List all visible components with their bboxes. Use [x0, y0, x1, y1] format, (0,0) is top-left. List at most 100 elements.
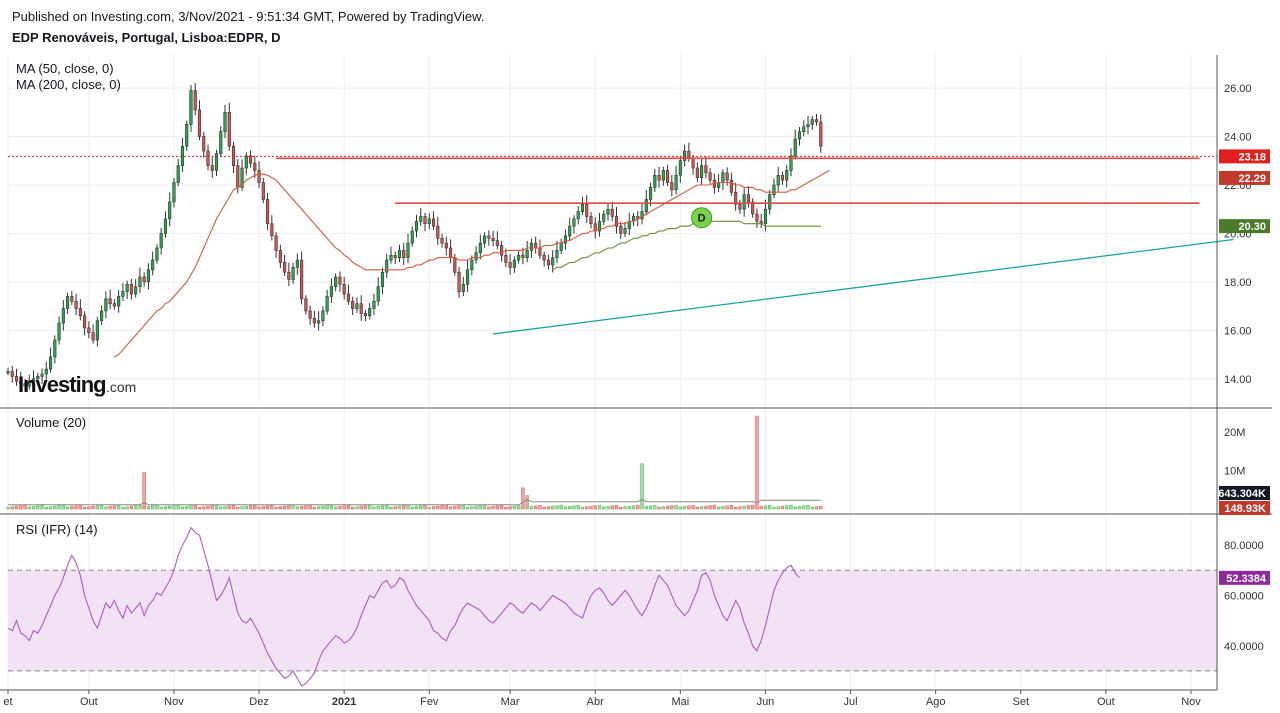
candle[interactable] — [610, 208, 614, 217]
candle[interactable] — [580, 204, 585, 212]
candle[interactable] — [419, 216, 423, 222]
candle[interactable] — [427, 218, 431, 225]
candle[interactable] — [74, 300, 78, 309]
candle[interactable] — [648, 187, 653, 200]
candle[interactable] — [623, 228, 627, 234]
candle[interactable] — [372, 300, 376, 309]
candle[interactable] — [670, 182, 674, 191]
candle[interactable] — [6, 371, 10, 374]
candle[interactable] — [100, 310, 104, 321]
candle[interactable] — [48, 356, 53, 370]
candle[interactable] — [108, 298, 112, 304]
candle[interactable] — [163, 218, 168, 234]
candle[interactable] — [508, 262, 512, 268]
candle[interactable] — [712, 179, 716, 188]
candle[interactable] — [691, 158, 695, 169]
candle[interactable] — [317, 320, 321, 324]
candle[interactable] — [640, 211, 644, 220]
candle[interactable] — [563, 235, 568, 244]
candle[interactable] — [129, 283, 133, 295]
candle[interactable] — [802, 126, 806, 132]
candle[interactable] — [665, 170, 670, 183]
candle[interactable] — [431, 218, 436, 227]
candle[interactable] — [461, 283, 465, 292]
candle[interactable] — [444, 242, 448, 249]
candle[interactable] — [172, 182, 176, 203]
candle[interactable] — [674, 174, 678, 191]
candle[interactable] — [385, 259, 389, 273]
candle[interactable] — [742, 194, 746, 210]
candle[interactable] — [478, 242, 482, 254]
candle[interactable] — [470, 259, 474, 271]
candle[interactable] — [121, 291, 125, 297]
candle[interactable] — [410, 230, 414, 244]
candle[interactable] — [423, 216, 427, 225]
candle[interactable] — [355, 303, 359, 309]
candle[interactable] — [295, 259, 299, 268]
candle[interactable] — [104, 298, 108, 312]
candle[interactable] — [436, 225, 440, 239]
candle[interactable] — [359, 303, 363, 314]
candle[interactable] — [363, 313, 368, 317]
candle[interactable] — [300, 259, 304, 300]
candle[interactable] — [146, 269, 151, 283]
candle[interactable] — [806, 124, 810, 128]
candle[interactable] — [810, 119, 814, 125]
candle[interactable] — [393, 254, 397, 258]
candle[interactable] — [814, 119, 819, 123]
candle[interactable] — [138, 276, 142, 288]
candle[interactable] — [793, 138, 797, 157]
candle[interactable] — [291, 267, 295, 280]
candle[interactable] — [248, 155, 253, 164]
candle[interactable] — [308, 310, 312, 319]
candle[interactable] — [619, 225, 623, 234]
candle[interactable] — [151, 259, 155, 271]
candle[interactable] — [287, 271, 291, 280]
candle[interactable] — [142, 276, 146, 283]
candle[interactable] — [397, 250, 402, 258]
candle[interactable] — [487, 235, 491, 239]
candle[interactable] — [325, 296, 329, 312]
candle[interactable] — [755, 213, 759, 222]
candle[interactable] — [576, 211, 580, 220]
candle[interactable] — [780, 174, 785, 181]
candle[interactable] — [763, 208, 768, 225]
candle[interactable] — [797, 131, 802, 140]
candle[interactable] — [568, 225, 572, 237]
candle[interactable] — [453, 257, 457, 273]
candle[interactable] — [465, 269, 470, 285]
candle[interactable] — [206, 150, 210, 166]
candle[interactable] — [717, 182, 721, 188]
candle[interactable] — [457, 271, 461, 292]
candle[interactable] — [678, 160, 682, 176]
candle[interactable] — [512, 259, 516, 268]
candle[interactable] — [657, 174, 661, 181]
candle[interactable] — [653, 174, 657, 188]
candle[interactable] — [517, 254, 521, 261]
candle[interactable] — [244, 155, 248, 169]
candle[interactable] — [253, 162, 257, 171]
candle[interactable] — [87, 327, 91, 334]
candle[interactable] — [572, 218, 576, 227]
candle[interactable] — [534, 242, 538, 249]
candle[interactable] — [585, 204, 589, 217]
candle[interactable] — [661, 170, 665, 181]
candle[interactable] — [483, 235, 487, 244]
candle[interactable] — [546, 259, 551, 266]
candle[interactable] — [589, 216, 593, 225]
candle[interactable] — [368, 308, 372, 317]
candle[interactable] — [338, 276, 342, 285]
candle[interactable] — [57, 322, 61, 341]
candle[interactable] — [125, 283, 129, 292]
candle[interactable] — [219, 131, 223, 154]
candle[interactable] — [304, 298, 308, 312]
candle[interactable] — [529, 242, 533, 251]
candle[interactable] — [440, 237, 444, 244]
candle[interactable] — [644, 199, 648, 212]
candle[interactable] — [729, 179, 733, 193]
candle[interactable] — [389, 254, 393, 261]
candle[interactable] — [602, 213, 606, 222]
candle[interactable] — [223, 111, 227, 132]
candle[interactable] — [185, 124, 189, 147]
candle[interactable] — [155, 247, 159, 261]
